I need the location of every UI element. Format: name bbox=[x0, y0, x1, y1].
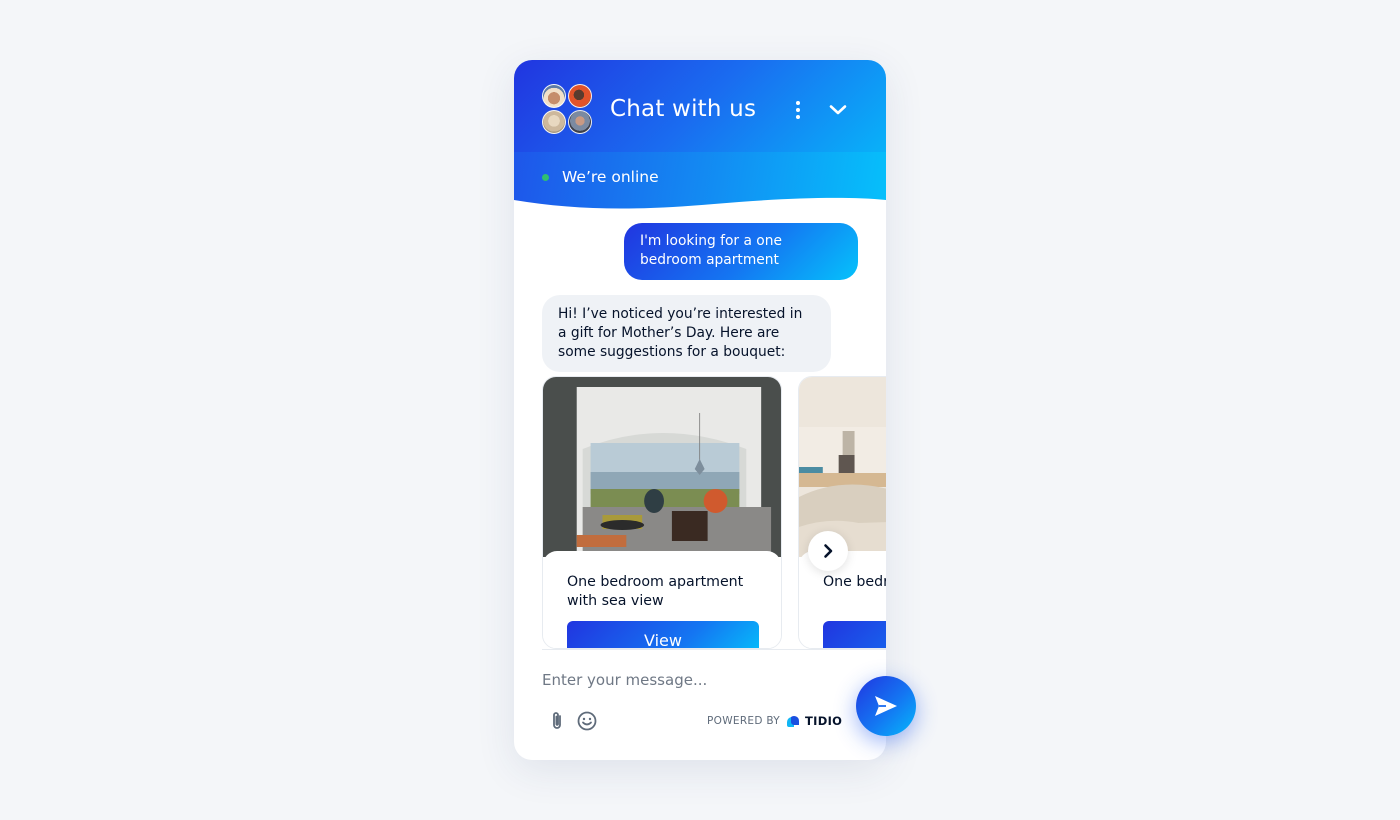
chat-widget-body: Chat with us We’re online I'm looking fo… bbox=[514, 60, 886, 760]
send-icon bbox=[875, 696, 897, 716]
chat-widget: Chat with us We’re online I'm looking fo… bbox=[514, 60, 916, 760]
product-card[interactable]: One bedroom apartment View bbox=[798, 376, 886, 649]
powered-by[interactable]: POWERED BY TIDIO bbox=[707, 713, 842, 729]
product-title: One bedroom apartment with sea view bbox=[567, 574, 744, 609]
emoji-button[interactable] bbox=[576, 710, 598, 732]
paperclip-icon bbox=[553, 712, 561, 729]
product-image bbox=[543, 377, 781, 557]
message-input[interactable] bbox=[542, 668, 842, 692]
product-carousel: One bedroom apartment with sea view View… bbox=[542, 376, 886, 649]
carousel-next-button[interactable] bbox=[808, 531, 848, 571]
attach-file-button[interactable] bbox=[548, 710, 566, 732]
agent-avatar-4 bbox=[568, 110, 592, 134]
chevron-right-icon bbox=[824, 544, 833, 558]
bot-message: Hi! I’ve noticed you’re interested in a … bbox=[542, 295, 831, 372]
agent-avatar-1 bbox=[542, 84, 566, 108]
smiley-icon bbox=[577, 711, 597, 731]
chevron-down-icon bbox=[829, 105, 847, 115]
product-card-body: One bedroom apartment with sea view View bbox=[543, 551, 781, 648]
user-message: I'm looking for a one bedroom apartment bbox=[624, 223, 858, 280]
more-options-button[interactable] bbox=[790, 98, 806, 122]
tidio-logo-icon bbox=[787, 716, 800, 727]
agent-avatars bbox=[542, 84, 594, 136]
brand-name: TIDIO bbox=[805, 714, 843, 728]
product-card[interactable]: One bedroom apartment with sea view View bbox=[542, 376, 782, 649]
product-title: One bedroom apartment bbox=[823, 574, 886, 590]
composer-divider bbox=[542, 649, 886, 650]
view-button[interactable]: View bbox=[567, 621, 759, 648]
product-card-body: One bedroom apartment View bbox=[799, 551, 886, 648]
chat-title: Chat with us bbox=[610, 96, 757, 122]
send-button[interactable] bbox=[856, 676, 916, 736]
online-status: We’re online bbox=[542, 168, 659, 186]
more-vertical-icon bbox=[796, 101, 800, 105]
agent-avatar-3 bbox=[542, 110, 566, 134]
header-wave bbox=[514, 197, 886, 220]
minimize-button[interactable] bbox=[826, 98, 850, 122]
status-text: We’re online bbox=[562, 168, 659, 186]
powered-by-label: POWERED BY bbox=[707, 715, 781, 727]
online-indicator bbox=[542, 173, 549, 181]
view-button[interactable]: View bbox=[823, 621, 886, 648]
product-image bbox=[799, 377, 886, 557]
agent-avatar-2 bbox=[568, 84, 592, 108]
